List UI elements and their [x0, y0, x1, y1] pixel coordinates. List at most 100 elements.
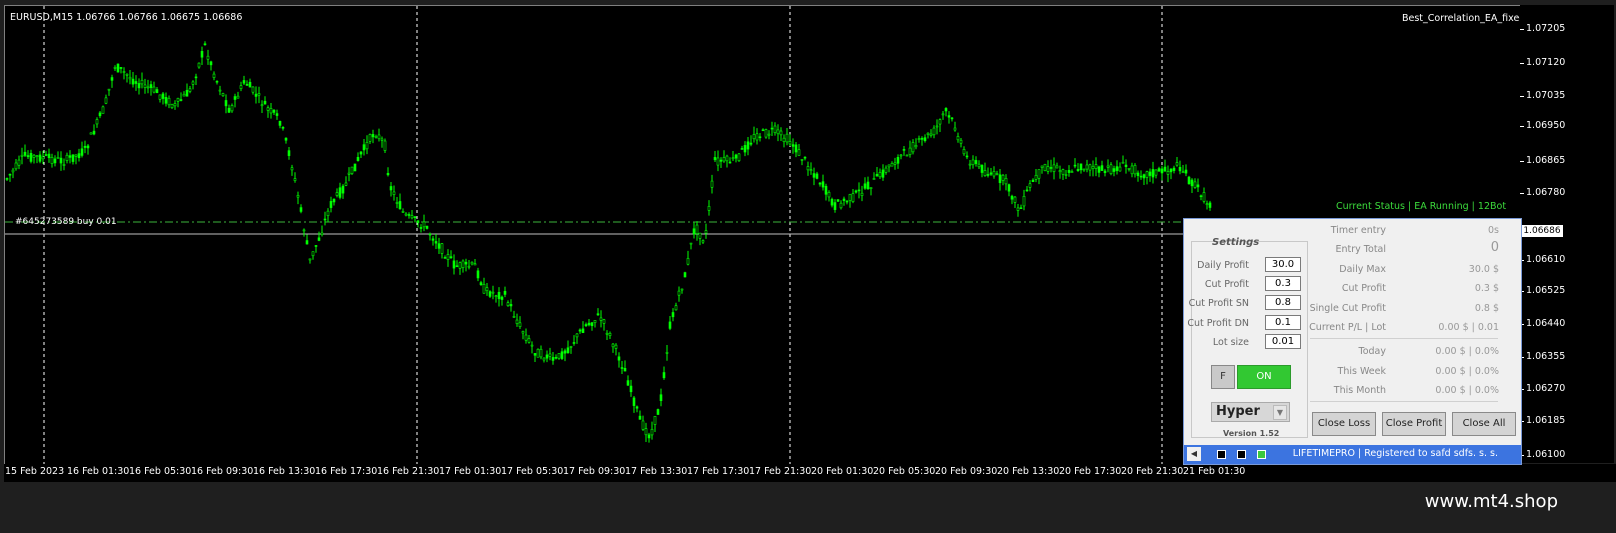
candle-body	[170, 104, 174, 108]
candle-body	[152, 86, 156, 93]
candle-body	[452, 260, 456, 269]
green-square-icon[interactable]	[1257, 450, 1266, 459]
candle-body	[755, 133, 759, 141]
candle-body	[794, 144, 798, 153]
time-label: 17 Feb 05:30	[501, 466, 564, 477]
stat-daily-max: Daily Max	[1304, 262, 1386, 278]
candle-body	[911, 142, 915, 153]
candle-body	[962, 149, 966, 155]
candle-body	[1127, 167, 1131, 170]
candle-body	[995, 173, 999, 175]
time-axis[interactable]: 15 Feb 2023 16 Feb 01:30 16 Feb 05:30 16 Fe…	[4, 464, 1616, 482]
candle-body	[968, 163, 972, 166]
price-label: 1.06440	[1526, 318, 1566, 329]
chevron-down-icon[interactable]: ▼	[1273, 405, 1287, 420]
candle-body	[419, 227, 423, 229]
black-square-icon[interactable]	[1217, 450, 1226, 459]
candle-body	[89, 132, 93, 135]
candle-body	[320, 232, 324, 235]
cut-profit-sn-input[interactable]: 0.8	[1265, 295, 1301, 310]
candle-body	[278, 120, 282, 126]
candle-body	[332, 198, 336, 203]
candle-body	[302, 229, 306, 232]
candle-body	[428, 233, 432, 236]
candle-body	[599, 317, 603, 321]
candle-body	[689, 242, 693, 245]
stat-single-cut-profit: Single Cut Profit	[1304, 301, 1386, 317]
f-button[interactable]: F	[1211, 365, 1235, 389]
lot-size-input[interactable]: 0.01	[1265, 334, 1301, 349]
candle-body	[554, 357, 558, 359]
candle-body	[218, 89, 222, 92]
setting-row-cut-profit-sn: Cut Profit SN 0.8	[1184, 295, 1306, 312]
candle-body	[449, 256, 453, 259]
stat-this-month: This Month	[1304, 383, 1386, 399]
close-profit-button[interactable]: Close Profit	[1382, 412, 1446, 436]
candle-body	[455, 265, 459, 268]
candle-body	[1202, 192, 1206, 202]
candle-body	[1163, 166, 1167, 172]
candle-body	[1115, 166, 1119, 171]
stat-value: 0.00 $ | 0.0%	[1435, 366, 1499, 377]
candle-body	[545, 354, 549, 359]
candle-body	[1181, 171, 1185, 174]
candle-body	[227, 107, 231, 113]
price-label: 1.06270	[1526, 383, 1566, 394]
candle-body	[113, 67, 117, 69]
mode-select[interactable]: Hyper ▼	[1211, 402, 1290, 422]
candle-body	[437, 243, 441, 249]
candle-body	[281, 127, 285, 129]
price-label: 1.06950	[1526, 120, 1566, 131]
on-toggle-button[interactable]: ON	[1237, 365, 1291, 389]
daily-profit-input[interactable]: 30.0	[1265, 257, 1301, 272]
candle-body	[566, 347, 570, 354]
candle-body	[1091, 166, 1095, 169]
stat-label: Today	[1358, 346, 1386, 357]
stat-this-week: This Week	[1304, 364, 1386, 380]
candle-body	[488, 291, 492, 297]
price-tick	[1520, 63, 1524, 64]
candle-body	[440, 243, 444, 254]
candle-body	[272, 109, 276, 113]
collapse-arrow-icon[interactable]: ◀	[1187, 447, 1201, 461]
candle-body	[758, 136, 762, 139]
candle-body	[629, 385, 633, 393]
candle-body	[971, 159, 975, 166]
candle-body	[527, 338, 531, 343]
candle-body	[98, 112, 102, 117]
price-label: 1.07120	[1526, 57, 1566, 68]
candle-body	[1142, 174, 1146, 179]
candle-body	[1097, 166, 1101, 173]
black-square-icon[interactable]	[1237, 450, 1246, 459]
candle-body	[161, 93, 165, 99]
candle-body	[20, 154, 24, 157]
price-tick	[1520, 126, 1524, 127]
candle-body	[47, 153, 51, 159]
candle-body	[1121, 161, 1125, 164]
candle-body	[935, 125, 939, 128]
price-label: 1.06610	[1526, 254, 1566, 265]
candle-body	[662, 372, 666, 379]
candle-body	[983, 170, 987, 176]
close-loss-button[interactable]: Close Loss	[1312, 412, 1376, 436]
cut-profit-dn-input[interactable]: 0.1	[1265, 315, 1301, 330]
setting-label: Cut Profit	[1204, 279, 1249, 290]
candle-body	[734, 154, 738, 159]
order-label[interactable]: #645273589 buy 0.01	[15, 217, 117, 227]
candle-body	[371, 134, 375, 138]
candle-body	[335, 192, 339, 196]
candle-body	[38, 154, 42, 162]
candle-body	[704, 230, 708, 234]
candle-body	[947, 115, 951, 118]
candle-body	[692, 228, 696, 235]
candle-body	[686, 258, 690, 265]
candle-body	[269, 108, 273, 114]
candle-body	[206, 55, 210, 60]
close-all-button[interactable]: Close All	[1452, 412, 1516, 436]
candle-body	[80, 148, 84, 156]
candle-body	[134, 81, 138, 84]
candle-body	[899, 154, 903, 157]
cut-profit-input[interactable]: 0.3	[1265, 276, 1301, 291]
candle-body	[140, 79, 144, 85]
time-label: 20 Feb 21:30	[1121, 466, 1184, 477]
